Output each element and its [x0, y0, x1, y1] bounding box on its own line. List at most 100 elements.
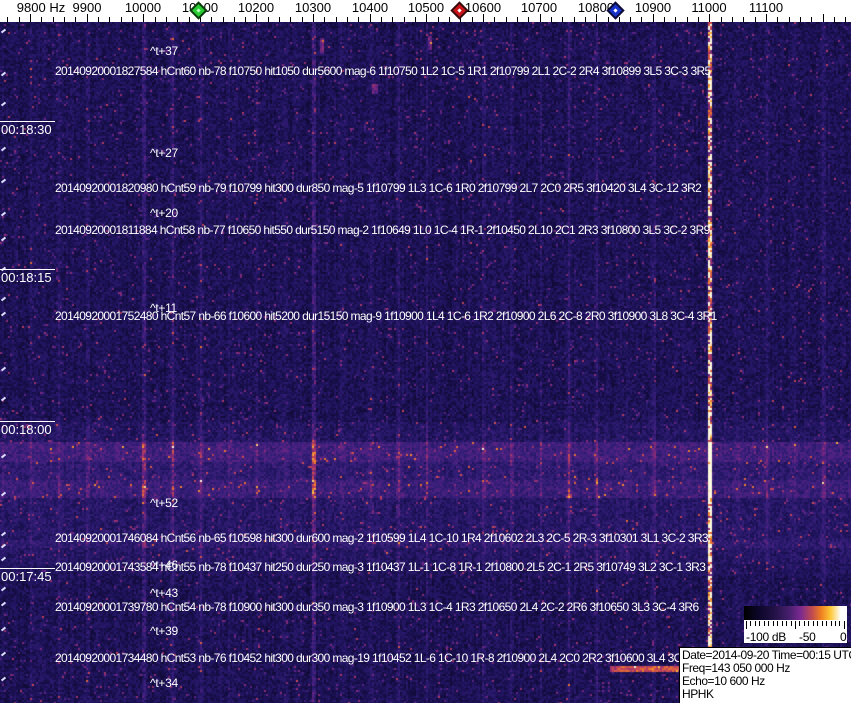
frequency-tick — [189, 17, 190, 22]
colorbar-tick — [781, 621, 783, 626]
frequency-ruler[interactable]: 9800 Hz990010000101001020010300104001050… — [0, 0, 851, 22]
detection-log-line: 20140920001746084 hCnt56 nb-65 f10598 hi… — [55, 531, 709, 545]
detection-log-line: 20140920001827584 hCnt60 nb-78 f10750 hi… — [55, 64, 711, 78]
detection-log-line: 20140920001743584 hCnt55 nb-78 f10437 hi… — [55, 560, 706, 574]
frequency-tick — [30, 14, 31, 22]
frequency-tick — [743, 17, 744, 22]
frequency-tick — [223, 17, 224, 22]
event-time-offset-label: ^t+20 — [150, 206, 178, 220]
frequency-tick — [121, 17, 122, 22]
event-time-offset-label: ^t+34 — [150, 676, 178, 690]
frequency-tick — [404, 17, 405, 22]
frequency-tick — [608, 17, 609, 22]
frequency-tick — [155, 17, 156, 22]
event-time-offset-label: ^t+27 — [150, 146, 178, 160]
frequency-tick — [211, 17, 212, 22]
frequency-tick — [438, 17, 439, 22]
colorbar-tick — [754, 621, 756, 626]
frequency-tick — [664, 17, 665, 22]
colorbar-tick — [790, 621, 792, 626]
frequency-tick — [336, 17, 337, 22]
frequency-tick — [358, 17, 359, 22]
colorbar-tick — [835, 621, 836, 626]
frequency-tick — [528, 17, 529, 22]
frequency-tick — [426, 14, 427, 22]
frequency-tick — [506, 17, 507, 22]
detection-log-line: 20140920001734480 hCnt53 nb-76 f10452 hi… — [55, 651, 682, 665]
frequency-tick — [709, 14, 710, 22]
time-axis-label: 00:18:00 — [0, 421, 55, 437]
frequency-tick — [766, 14, 767, 22]
frequency-axis-label: 10500 — [407, 0, 445, 15]
frequency-axis-label: 11000 — [691, 0, 727, 15]
frequency-tick — [313, 14, 314, 22]
frequency-tick — [7, 17, 8, 22]
frequency-tick — [721, 17, 722, 22]
frequency-tick — [109, 17, 110, 22]
frequency-axis-label: 10400 — [351, 0, 389, 15]
colorbar-tick — [786, 621, 788, 626]
frequency-axis-label: 11100 — [748, 0, 784, 15]
frequency-tick — [698, 17, 699, 22]
frequency-tick — [279, 17, 280, 22]
detection-log-line: 20140920001739780 hCnt54 nb-78 f10900 hi… — [55, 600, 699, 614]
frequency-tick — [268, 17, 269, 22]
frequency-tick — [234, 17, 235, 22]
colorbar-tick — [812, 621, 814, 626]
colorbar-tick — [768, 621, 770, 626]
frequency-tick — [370, 14, 371, 22]
frequency-tick — [551, 17, 552, 22]
frequency-tick — [517, 17, 518, 22]
frequency-axis-label: 10300 — [294, 0, 332, 15]
event-time-offset-label: ^t+43 — [150, 586, 178, 600]
frequency-tick — [494, 17, 495, 22]
frequency-tick — [472, 17, 473, 22]
frequency-axis-label: 9800 Hz — [16, 0, 66, 15]
frequency-tick — [562, 17, 563, 22]
frequency-tick — [483, 14, 484, 22]
colorbar-tick — [821, 621, 823, 626]
frequency-tick — [755, 17, 756, 22]
frequency-tick — [823, 14, 824, 22]
detection-log-line: 20140920001811884 hCnt58 nb-77 f10650 hi… — [55, 223, 710, 237]
frequency-axis-label: 10900 — [634, 0, 672, 15]
event-time-offset-label: ^t+52 — [150, 496, 178, 510]
colorbar-tick — [803, 621, 805, 626]
frequency-tick — [143, 14, 144, 22]
frequency-tick — [41, 17, 42, 22]
colorbar-tick — [777, 621, 779, 626]
frequency-tick — [166, 17, 167, 22]
frequency-tick — [132, 17, 133, 22]
frequency-tick — [19, 17, 20, 22]
colorbar-tick — [843, 621, 845, 629]
frequency-tick — [675, 17, 676, 22]
event-time-offset-label: ^t+39 — [150, 624, 178, 638]
frequency-tick — [800, 17, 801, 22]
frequency-tick — [653, 14, 654, 22]
colorbar-label-max: 0 — [840, 630, 847, 644]
frequency-tick — [324, 17, 325, 22]
frequency-tick — [87, 14, 88, 22]
frequency-tick — [256, 14, 257, 22]
colorbar-tick — [772, 621, 774, 626]
colorbar-tick — [799, 621, 801, 626]
colorbar-tick — [808, 621, 810, 626]
frequency-axis-label: 10600 — [464, 0, 502, 15]
detection-log-line: 20140920001752480 hCnt57 nb-66 f10600 hi… — [55, 309, 717, 323]
spectrogram-app-window: 9800 Hz990010000101001020010300104001050… — [0, 0, 851, 703]
colorbar-tick — [839, 621, 841, 626]
frequency-tick — [619, 17, 620, 22]
colorbar-tick — [826, 621, 828, 626]
detection-log-line: 20140920001820980 hCnt59 nb-79 f10799 hi… — [55, 181, 702, 195]
frequency-tick — [687, 17, 688, 22]
frequency-tick — [732, 17, 733, 22]
frequency-tick — [53, 17, 54, 22]
frequency-tick — [811, 17, 812, 22]
frequency-axis-label: 9900 — [72, 0, 102, 15]
time-axis-label: 00:17:45 — [0, 568, 55, 584]
colorbar-tick — [746, 621, 747, 629]
status-info-box: Date=2014-09-20 Time=00:15 UTC Freq=143 … — [679, 647, 851, 703]
frequency-tick — [574, 17, 575, 22]
colorbar-tick — [817, 621, 819, 626]
frequency-tick — [540, 14, 541, 22]
